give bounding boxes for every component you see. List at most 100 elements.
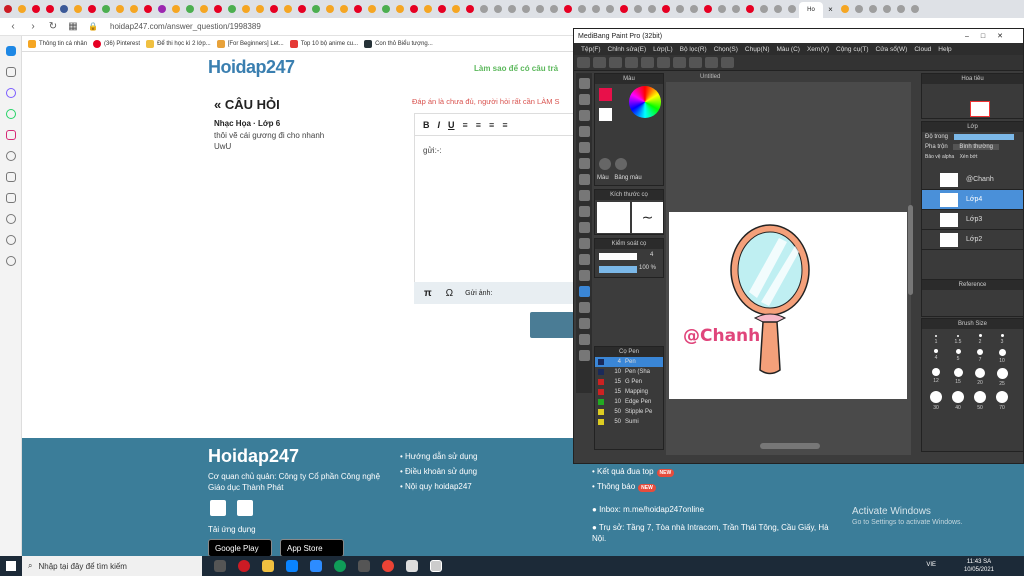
canvas-tab[interactable]: Untitled <box>700 74 720 80</box>
tab[interactable] <box>603 3 616 15</box>
layer-opacity-slider[interactable] <box>954 134 1015 140</box>
brush-size-cell[interactable]: 4 <box>925 349 947 364</box>
window-controls[interactable]: –□✕ <box>965 32 1015 40</box>
tab[interactable] <box>57 3 70 15</box>
eraser-tool-icon[interactable] <box>578 94 590 105</box>
brush-size-cell[interactable]: 5 <box>947 349 969 364</box>
brush-size-slider[interactable] <box>599 253 637 260</box>
brush-size-cell[interactable]: 50 <box>969 391 991 411</box>
bookmark[interactable]: Top 10 bộ anime cu... <box>289 39 358 48</box>
settings-icon[interactable] <box>5 235 16 245</box>
footer-logo[interactable]: Hoidap247 <box>208 446 299 467</box>
reload-icon[interactable]: ↻ <box>46 21 60 32</box>
align-right-button[interactable]: ≡ <box>489 120 494 130</box>
tab[interactable] <box>547 3 560 15</box>
tab[interactable] <box>225 3 238 15</box>
file-explorer-icon[interactable] <box>262 560 274 572</box>
tab[interactable] <box>894 3 907 15</box>
eyedropper-icon[interactable] <box>578 318 590 329</box>
move-tool-icon[interactable] <box>578 142 590 153</box>
brush-size-cell[interactable]: 70 <box>991 391 1013 411</box>
menu-item[interactable]: Chỉnh sửa(E) <box>608 46 647 53</box>
shape-tool-icon[interactable] <box>578 158 590 169</box>
speed-dial-icon[interactable]: ▦ <box>66 21 80 32</box>
footer-link[interactable]: • Hướng dẫn sử dụng <box>400 452 477 461</box>
tab[interactable] <box>43 3 56 15</box>
tab[interactable] <box>295 3 308 15</box>
chrome-icon[interactable] <box>382 560 394 572</box>
task-view-icon[interactable] <box>214 560 226 572</box>
tab[interactable] <box>337 3 350 15</box>
tool-button[interactable] <box>689 57 702 68</box>
brush-size-cell[interactable]: 12 <box>925 368 947 387</box>
tab[interactable] <box>866 3 879 15</box>
brush-size-cell[interactable]: 3 <box>991 333 1013 345</box>
heart-icon[interactable] <box>5 193 16 203</box>
brush-size-cell[interactable]: 15 <box>947 368 969 387</box>
clip-checkbox[interactable]: Xén bớt <box>960 154 978 160</box>
operation-tool-icon[interactable] <box>578 302 590 313</box>
bookmark[interactable]: Để thi học kì 2 lớp... <box>146 39 211 48</box>
bookmark[interactable]: [For Beginners] Let... <box>216 39 284 48</box>
youtube-icon[interactable] <box>237 500 253 516</box>
send-photo-label[interactable]: Gửi ảnh: <box>465 290 492 297</box>
menu-item[interactable]: Màu (C) <box>776 46 799 53</box>
tool-button[interactable] <box>673 57 686 68</box>
tool-button[interactable] <box>577 57 590 68</box>
tab[interactable] <box>239 3 252 15</box>
dot-tool-icon[interactable] <box>578 110 590 121</box>
brush-size-cell[interactable]: 20 <box>969 368 991 387</box>
tab[interactable] <box>155 3 168 15</box>
tab[interactable] <box>908 3 921 15</box>
tab[interactable] <box>393 3 406 15</box>
forward-icon[interactable]: › <box>26 21 40 32</box>
tab[interactable] <box>575 3 588 15</box>
tab[interactable] <box>183 3 196 15</box>
google-play-button[interactable]: Google Play <box>208 539 272 557</box>
results-link[interactable]: • Kết quả đua top NEW <box>592 467 675 477</box>
close-tab-icon[interactable]: × <box>824 3 837 15</box>
answer-editor[interactable]: B I U ≡ ≡ ≡ ≡ gửi:-: <box>414 113 574 303</box>
tab[interactable] <box>169 3 182 15</box>
brush-stroke-preview[interactable]: ∼ <box>632 202 663 233</box>
align-center-button[interactable]: ≡ <box>476 120 481 130</box>
tab[interactable] <box>617 3 630 15</box>
edge-icon[interactable] <box>334 560 346 572</box>
bold-button[interactable]: B <box>423 120 430 130</box>
messenger-icon[interactable] <box>5 88 16 98</box>
pi-icon[interactable]: π <box>424 288 432 299</box>
language-indicator[interactable]: VIE <box>926 562 936 568</box>
tab[interactable] <box>351 3 364 15</box>
whatsapp-icon[interactable] <box>5 109 16 119</box>
tab[interactable] <box>379 3 392 15</box>
tab[interactable] <box>533 3 546 15</box>
menu-item[interactable]: Chụp(N) <box>745 46 770 53</box>
editor-text[interactable]: gửi:-: <box>415 136 573 165</box>
tab[interactable] <box>491 3 504 15</box>
menu-item[interactable]: Help <box>938 46 951 53</box>
brush-size-cell[interactable]: 40 <box>947 391 969 411</box>
tab[interactable] <box>589 3 602 15</box>
menu-item[interactable]: Tệp(F) <box>581 46 601 53</box>
pen-item[interactable]: 4 Pen <box>595 357 663 367</box>
tab[interactable] <box>743 3 756 15</box>
tab[interactable] <box>267 3 280 15</box>
clock-icon[interactable] <box>5 151 16 161</box>
tab[interactable] <box>113 3 126 15</box>
tab[interactable] <box>449 3 462 15</box>
tab[interactable] <box>71 3 84 15</box>
menu-item[interactable]: Cloud <box>914 46 931 53</box>
tab[interactable] <box>421 3 434 15</box>
tab[interactable] <box>645 3 658 15</box>
color-tab[interactable]: Bảng màu <box>614 175 641 181</box>
tab[interactable] <box>323 3 336 15</box>
tab[interactable] <box>407 3 420 15</box>
underline-button[interactable]: U <box>448 120 455 130</box>
pen-item[interactable]: 15 Mapping <box>595 387 663 397</box>
text-tool-icon[interactable] <box>578 286 590 297</box>
tab[interactable] <box>785 3 798 15</box>
tab[interactable] <box>477 3 490 15</box>
select-eraser-icon[interactable] <box>578 270 590 281</box>
gradient-tool-icon[interactable] <box>578 190 590 201</box>
pen-item[interactable]: 10 Edge Pen <box>595 397 663 407</box>
